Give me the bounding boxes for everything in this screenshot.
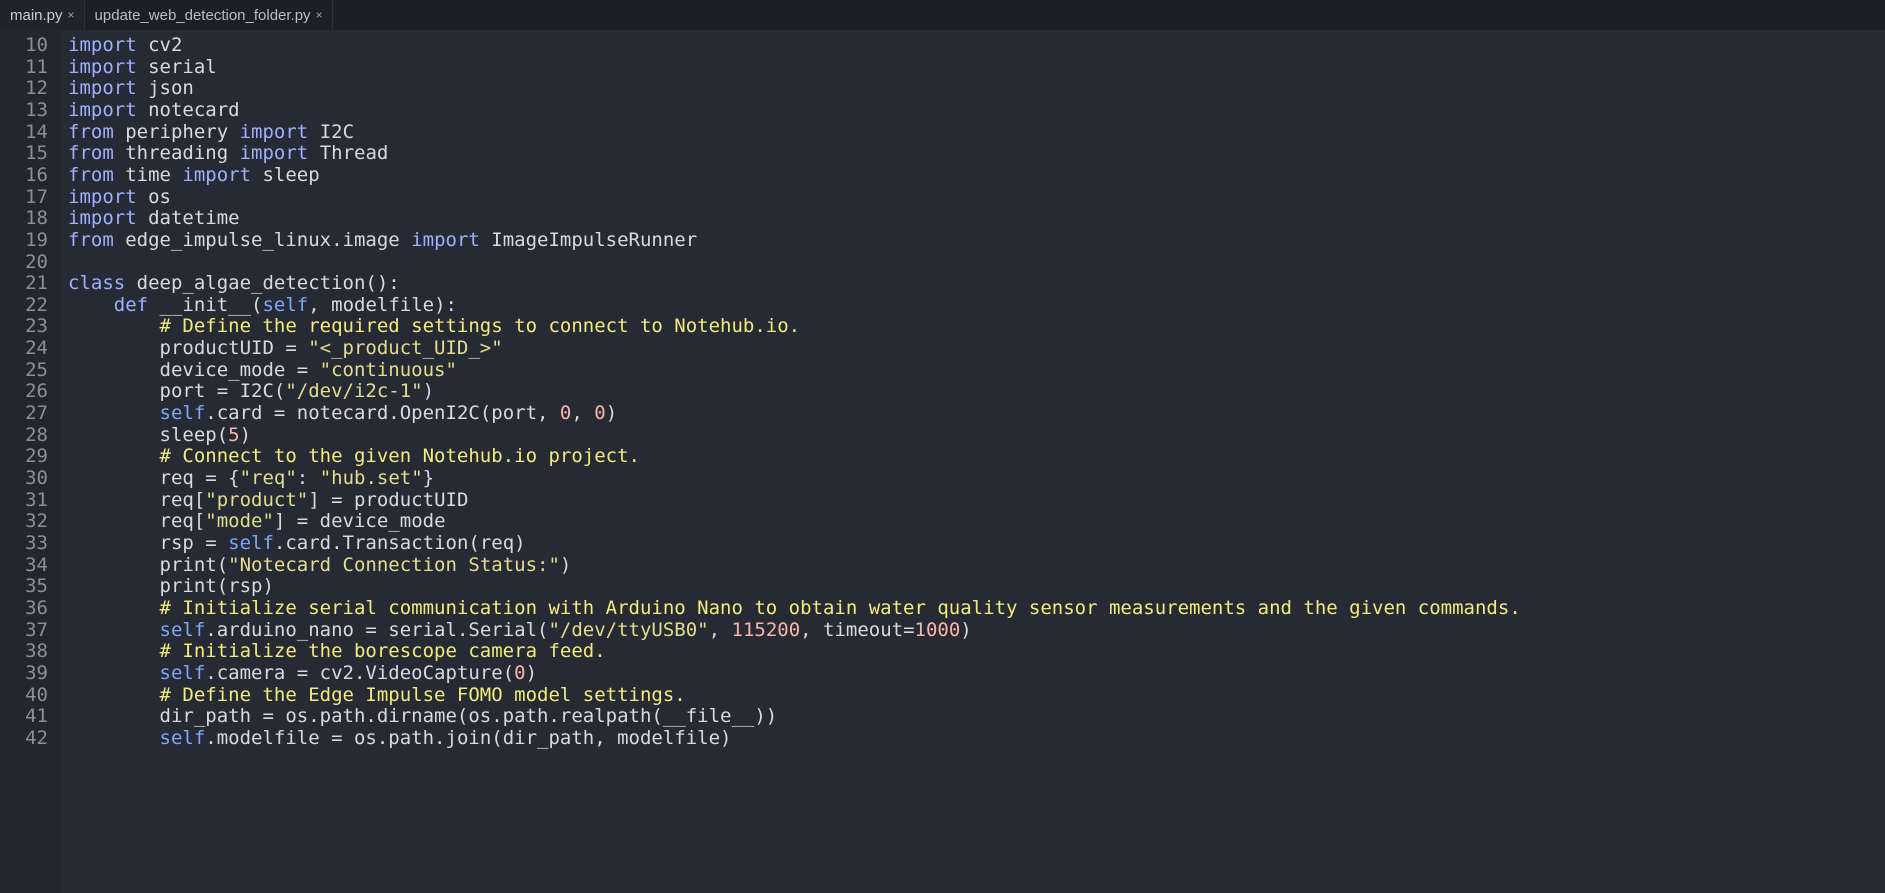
close-icon[interactable]: × bbox=[316, 8, 323, 22]
tab-update-web-detection-folder-py[interactable]: update_web_detection_folder.py × bbox=[85, 0, 333, 30]
tab-label: update_web_detection_folder.py bbox=[94, 6, 311, 24]
code-editor[interactable]: 10 import cv2 11 import serial 12 import json… bbox=[0, 30, 1885, 893]
tab-bar: main.py × update_web_detection_folder.py… bbox=[0, 0, 1885, 30]
code-token: self bbox=[159, 726, 206, 749]
close-icon[interactable]: × bbox=[68, 8, 75, 22]
tab-main-py[interactable]: main.py × bbox=[0, 0, 85, 30]
code-line[interactable]: 42 self.modelfile = os.path.join(dir_pat… bbox=[0, 725, 1885, 751]
code-text: self.modelfile = os.path.join(dir_path, … bbox=[68, 725, 732, 751]
tab-label: main.py bbox=[10, 6, 63, 24]
line-number: 42 bbox=[25, 726, 48, 749]
code-token: .modelfile = os.path.join(dir_path, mode… bbox=[205, 726, 732, 749]
